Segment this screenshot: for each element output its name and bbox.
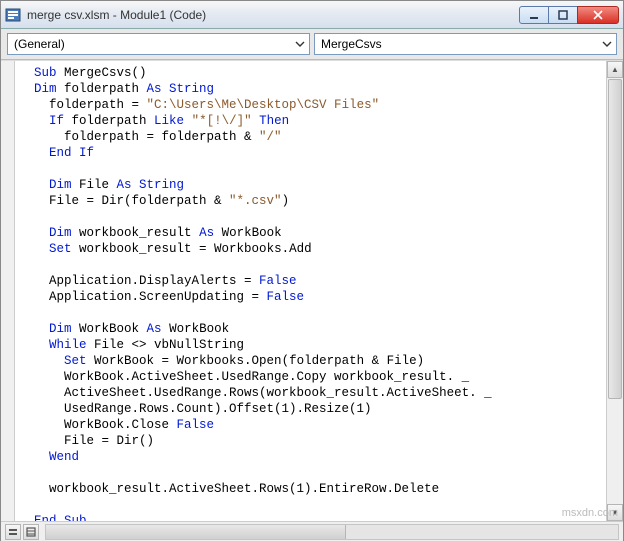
- procedure-view-button[interactable]: [5, 524, 21, 540]
- code-text[interactable]: Sub MergeCsvs() Dim folderpath As String…: [19, 65, 605, 521]
- horizontal-scrollbar[interactable]: [45, 524, 619, 540]
- vertical-scrollbar[interactable]: ▲ ▼: [606, 61, 623, 521]
- scroll-up-arrow-icon[interactable]: ▲: [607, 61, 623, 78]
- chevron-down-icon: [295, 39, 305, 49]
- object-combo-value: (General): [14, 37, 65, 51]
- code-editor[interactable]: Sub MergeCsvs() Dim folderpath As String…: [1, 60, 623, 521]
- window-title: merge csv.xlsm - Module1 (Code): [27, 8, 520, 22]
- procedure-combo[interactable]: MergeCsvs: [314, 33, 617, 55]
- object-combo[interactable]: (General): [7, 33, 310, 55]
- margin-indicator-bar: [1, 61, 15, 521]
- watermark-text: msxdn.com: [562, 507, 618, 519]
- full-module-view-button[interactable]: [23, 524, 39, 540]
- title-bar: merge csv.xlsm - Module1 (Code): [1, 1, 623, 29]
- scroll-thumb[interactable]: [608, 79, 622, 399]
- close-button[interactable]: [577, 6, 619, 24]
- maximize-button[interactable]: [548, 6, 578, 24]
- chevron-down-icon: [602, 39, 612, 49]
- app-icon: [5, 7, 21, 23]
- window-controls: [520, 6, 619, 24]
- dropdown-bar: (General) MergeCsvs: [1, 29, 623, 60]
- minimize-button[interactable]: [519, 6, 549, 24]
- procedure-combo-value: MergeCsvs: [321, 37, 382, 51]
- hscroll-thumb[interactable]: [46, 525, 346, 539]
- bottom-bar: [1, 521, 623, 541]
